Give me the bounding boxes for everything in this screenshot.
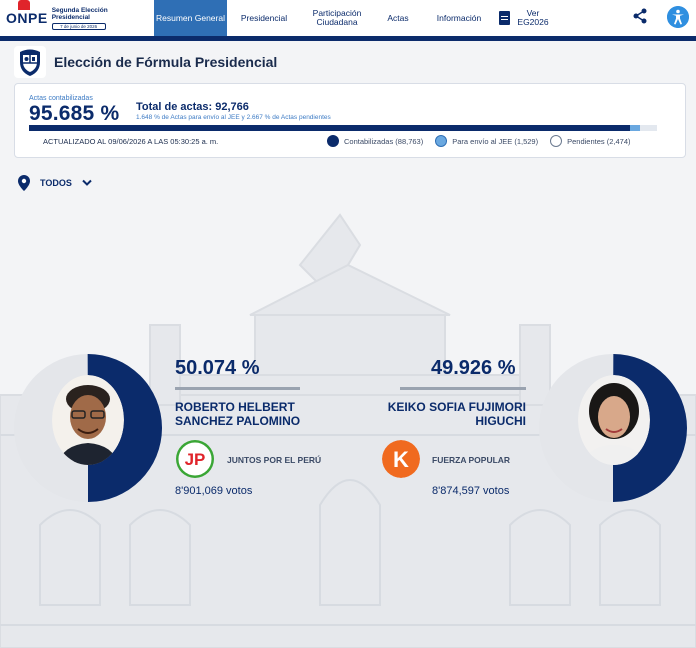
candidate-1-photo [52, 375, 124, 465]
onpe-logo-mark: ONPE [6, 0, 48, 26]
candidate-2-photo [578, 375, 650, 465]
region-filter-label: TODOS [40, 178, 72, 188]
candidate-2-votes: 8'874,597 votos [432, 485, 510, 497]
actas-label: Actas contabilizadas [29, 95, 93, 102]
candidate-2-party: FUERZA POPULAR [432, 455, 511, 465]
svg-text:K: K [393, 447, 409, 472]
top-navbar: ONPE Segunda Elección Presidencial 7 de … [0, 0, 696, 36]
progress-jee [629, 125, 641, 131]
page-title-row: Elección de Fórmula Presidencial [14, 46, 277, 78]
nav-informacion[interactable]: Información [423, 0, 495, 36]
accessibility-icon[interactable] [667, 6, 689, 28]
legend-dot-jee [435, 135, 448, 147]
candidate-1-party: JUNTOS POR EL PERÚ [227, 455, 322, 465]
actas-progress-bar [29, 125, 657, 131]
document-icon [499, 11, 510, 25]
header-underline [0, 36, 696, 41]
nav-participacion-ciudadana[interactable]: Participación Ciudadana [301, 0, 373, 36]
svg-text:JP: JP [185, 450, 206, 469]
onpe-logo[interactable]: ONPE Segunda Elección Presidencial 7 de … [0, 0, 120, 36]
region-filter-dropdown[interactable]: TODOS [18, 175, 92, 191]
nav-resumen-general[interactable]: Resumen General [154, 0, 227, 36]
legend-jee: Para envío al JEE (1,529) [435, 135, 538, 147]
chevron-down-icon [82, 179, 92, 186]
updated-timestamp: ACTUALIZADO AL 09/06/2026 A LAS 05:30:25… [43, 137, 219, 146]
candidate-1-divider [175, 387, 300, 390]
share-icon[interactable] [632, 8, 648, 24]
actas-breakdown-text: 1.648 % de Actas para envío al JEE y 2.6… [136, 114, 331, 121]
main-nav: Resumen General Presidencial Participaci… [154, 0, 549, 36]
progress-contabilizadas [29, 125, 630, 131]
logo-election-date: 7 de junio de 2026 [51, 22, 106, 30]
juntos-por-el-peru-logo: JP [176, 440, 214, 478]
candidate-1-percent: 50.074 % [175, 357, 260, 379]
total-actas: Total de actas: 92,766 [136, 101, 249, 113]
legend-pendientes: Pendientes (2,474) [550, 135, 631, 147]
logo-election-title: Segunda Elección Presidencial [51, 6, 108, 21]
legend-dot-contabilizadas [327, 135, 339, 147]
legend-contabilizadas: Contabilizadas (88,763) [327, 135, 423, 147]
legend-dot-pendientes [550, 135, 563, 147]
fuerza-popular-logo: K [382, 440, 420, 478]
candidate-2-divider [400, 387, 526, 390]
actas-summary-card: Actas contabilizadas 95.685 % Total de a… [14, 83, 686, 158]
nav-actas[interactable]: Actas [373, 0, 423, 36]
ver-eg2026-link[interactable]: Ver EG2026 [499, 0, 549, 36]
actas-legend: Contabilizadas (88,763) Para envío al JE… [327, 135, 631, 147]
nav-presidencial[interactable]: Presidencial [227, 0, 301, 36]
candidate-2-name: KEIKO SOFIA FUJIMORI HIGUCHI [387, 400, 526, 428]
page-title: Elección de Fórmula Presidencial [54, 54, 278, 70]
peru-shield-icon [14, 46, 46, 78]
ver-eg2026-label: Ver EG2026 [517, 8, 549, 27]
candidate-1-votes: 8'901,069 votos [175, 485, 253, 497]
location-pin-icon [18, 175, 30, 191]
candidate-1-name: ROBERTO HELBERT SANCHEZ PALOMINO [175, 400, 301, 428]
candidate-2-percent: 49.926 % [431, 357, 516, 379]
actas-percent: 95.685 % [29, 102, 120, 125]
